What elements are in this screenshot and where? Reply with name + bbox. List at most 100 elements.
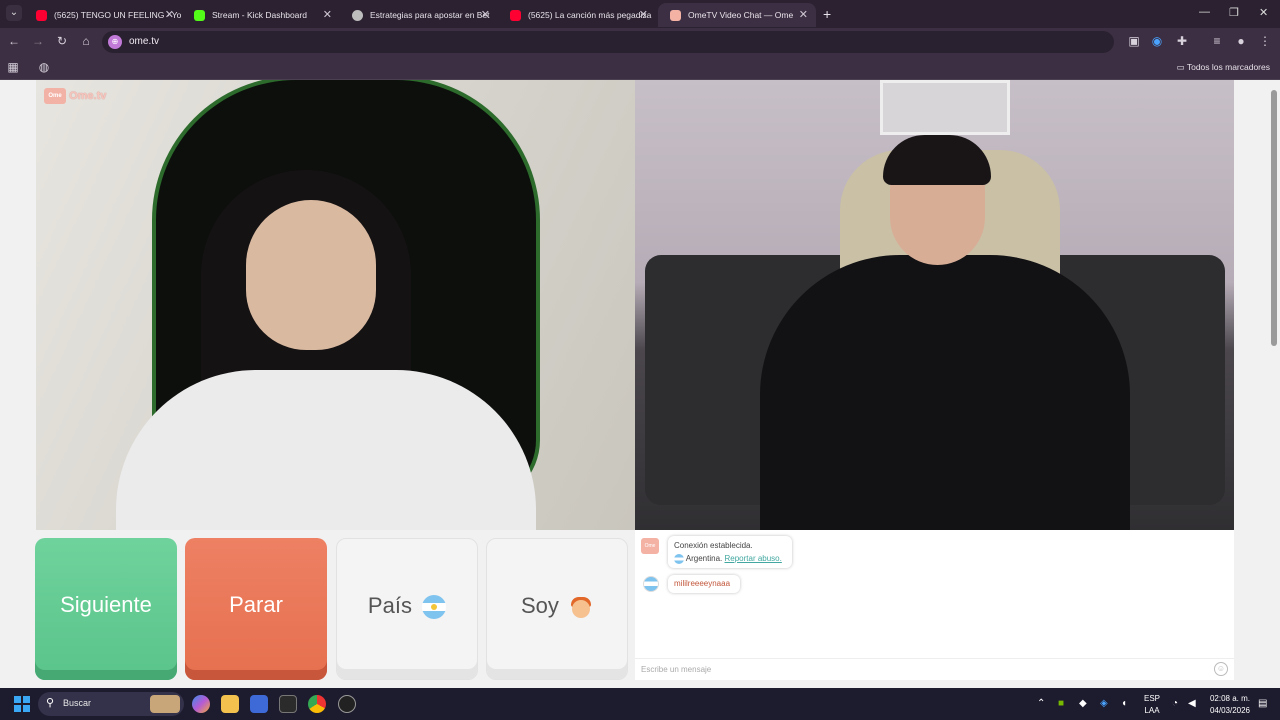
extensions-puzzle-icon[interactable]: ✚ <box>1174 34 1190 48</box>
wifi-icon[interactable]: ◔ <box>1172 698 1178 709</box>
tab-title: (5625) La canción más pegadiza <box>528 10 652 20</box>
report-abuse-link[interactable]: Reportar abuso. <box>724 554 781 563</box>
close-icon[interactable]: ✕ <box>165 3 174 27</box>
store-icon[interactable] <box>250 695 268 713</box>
tab-title: (5625) TENGO UN FEELING - Yo <box>54 10 182 20</box>
close-icon[interactable]: ✕ <box>481 3 490 27</box>
close-icon[interactable]: ✕ <box>323 3 332 27</box>
tab-title: Stream - Kick Dashboard <box>212 10 307 20</box>
youtube-icon <box>36 10 47 21</box>
remote-video <box>635 80 1234 530</box>
nvidia-icon[interactable]: ■ <box>1058 698 1064 709</box>
volume-icon[interactable]: ◀ <box>1188 698 1196 709</box>
country-button-label: País <box>367 593 412 618</box>
page-scrollbar[interactable] <box>1268 80 1280 688</box>
microphone-icon[interactable]: ◖ <box>1121 698 1127 709</box>
minimize-icon[interactable]: — <box>1199 6 1210 18</box>
gender-button[interactable]: Soy <box>486 538 628 680</box>
bookmark-site-icon[interactable]: ◍ <box>36 60 52 74</box>
wall-picture <box>880 80 1010 135</box>
chat-panel: Ome Conexión establecida. Argentina. Rep… <box>635 530 1234 680</box>
all-bookmarks-folder[interactable]: ▭ Todos los marcadores <box>1177 62 1270 73</box>
tab-1[interactable]: (5625) TENGO UN FEELING - Yo ✕ <box>24 3 182 27</box>
all-bookmarks-label: Todos los marcadores <box>1186 62 1270 72</box>
chat-message: mililreeeeynaaa <box>668 575 740 593</box>
person-face <box>246 200 376 350</box>
language-indicator[interactable]: ESP <box>1140 694 1164 703</box>
ometv-chat-icon: Ome <box>641 538 659 554</box>
clock-time[interactable]: 02:08 a. m. <box>1205 694 1255 703</box>
folder-icon: ▭ <box>1176 62 1187 72</box>
argentina-flag-icon <box>643 576 659 592</box>
local-video: Ome Ome.tv <box>36 80 635 530</box>
boy-avatar-icon <box>569 595 593 619</box>
tab-2[interactable]: Stream - Kick Dashboard ✕ <box>182 3 340 27</box>
chat-message-input[interactable] <box>635 659 1195 680</box>
tray-chevron-icon[interactable]: ⌃ <box>1037 698 1045 709</box>
next-button-label: Siguiente <box>60 592 152 617</box>
ometv-logo-text: Ome.tv <box>69 90 107 102</box>
scrollbar-thumb[interactable] <box>1271 90 1277 346</box>
address-bar[interactable] <box>102 31 1114 53</box>
restore-icon[interactable]: ❐ <box>1229 6 1239 19</box>
tab-search-button[interactable]: ⌄ <box>6 5 22 21</box>
media-controls-icon[interactable]: ≡ <box>1209 34 1225 48</box>
argentina-flag-icon <box>674 553 684 564</box>
ometv-logo-icon: Ome <box>44 88 66 104</box>
back-icon[interactable]: ← <box>6 34 22 48</box>
tab-title: OmeTV Video Chat — Ome <box>688 10 794 20</box>
menu-dots-icon[interactable]: ⋮ <box>1257 34 1273 48</box>
windows-taskbar: ⚲ Buscar ⌃ ■ ◆ ◈ ◖ ESP LAA ◔ ◀ 02:08 a. … <box>0 688 1280 720</box>
copilot-icon[interactable] <box>192 695 210 713</box>
file-explorer-icon[interactable] <box>221 695 239 713</box>
next-button[interactable]: Siguiente <box>35 538 177 680</box>
tray-app-icon[interactable]: ◈ <box>1100 698 1108 709</box>
extension-icon[interactable]: ▣ <box>1126 34 1142 48</box>
close-icon[interactable]: ✕ <box>639 3 648 27</box>
windows-start-icon[interactable] <box>14 696 30 712</box>
tab-4[interactable]: (5625) La canción más pegadiza ✕ <box>498 3 656 27</box>
argentina-flag-icon <box>422 595 447 620</box>
clock-date[interactable]: 04/03/2026 <box>1205 706 1255 715</box>
youtube-icon <box>510 10 521 21</box>
tab-5-active[interactable]: OmeTV Video Chat — Ome ✕ <box>658 3 816 27</box>
apps-grid-icon[interactable]: ▦ <box>5 60 21 74</box>
partner-country-text: Argentina. <box>685 554 723 563</box>
discord-icon[interactable]: ◆ <box>1079 698 1087 709</box>
profile-avatar-icon[interactable]: ● <box>1233 34 1249 48</box>
system-message: Conexión establecida. Argentina. Reporta… <box>668 536 792 568</box>
tab-bar: ⌄ (5625) TENGO UN FEELING - Yo ✕ Stream … <box>0 0 1280 28</box>
ometv-logo: Ome Ome.tv <box>44 88 106 106</box>
home-icon[interactable]: ⌂ <box>78 34 94 48</box>
ometv-icon <box>670 10 681 21</box>
globe-icon <box>352 10 363 21</box>
connection-status-text: Conexión establecida. <box>674 541 753 550</box>
stop-button[interactable]: Parar <box>185 538 327 680</box>
person-body <box>760 255 1130 530</box>
new-tab-button[interactable]: + <box>823 6 831 22</box>
person-hoodie <box>116 370 536 530</box>
url-text[interactable]: ome.tv <box>129 36 159 47</box>
capcut-icon[interactable] <box>279 695 297 713</box>
close-icon[interactable]: ✕ <box>799 3 808 27</box>
chrome-icon[interactable] <box>308 695 326 713</box>
tab-3[interactable]: Estrategias para apostar en Bet ✕ <box>340 3 498 27</box>
close-window-icon[interactable]: ✕ <box>1259 6 1268 19</box>
country-filter-button[interactable]: País <box>336 538 478 680</box>
extension-sound-icon[interactable]: ◉ <box>1149 34 1165 48</box>
person-hair <box>883 135 991 185</box>
keyboard-layout-indicator[interactable]: LAA <box>1140 706 1164 715</box>
gender-button-label: Soy <box>520 593 559 618</box>
tab-title: Estrategias para apostar en Bet <box>370 10 490 20</box>
stop-button-label: Parar <box>229 592 283 617</box>
search-icon: ⚲ <box>46 697 55 709</box>
emoji-icon[interactable]: ☺ <box>1214 662 1228 676</box>
bookmarks-bar: ▦ ◍ ▭ Todos los marcadores <box>0 56 1280 80</box>
site-info-icon[interactable]: ⊕ <box>108 35 122 49</box>
forward-icon[interactable]: → <box>30 34 46 48</box>
obs-icon[interactable] <box>338 695 356 713</box>
reload-icon[interactable]: ↻ <box>54 34 70 48</box>
widgets-icon[interactable] <box>150 695 180 713</box>
notifications-icon[interactable]: ▤ <box>1258 698 1267 709</box>
taskbar-search-label: Buscar <box>63 698 92 708</box>
